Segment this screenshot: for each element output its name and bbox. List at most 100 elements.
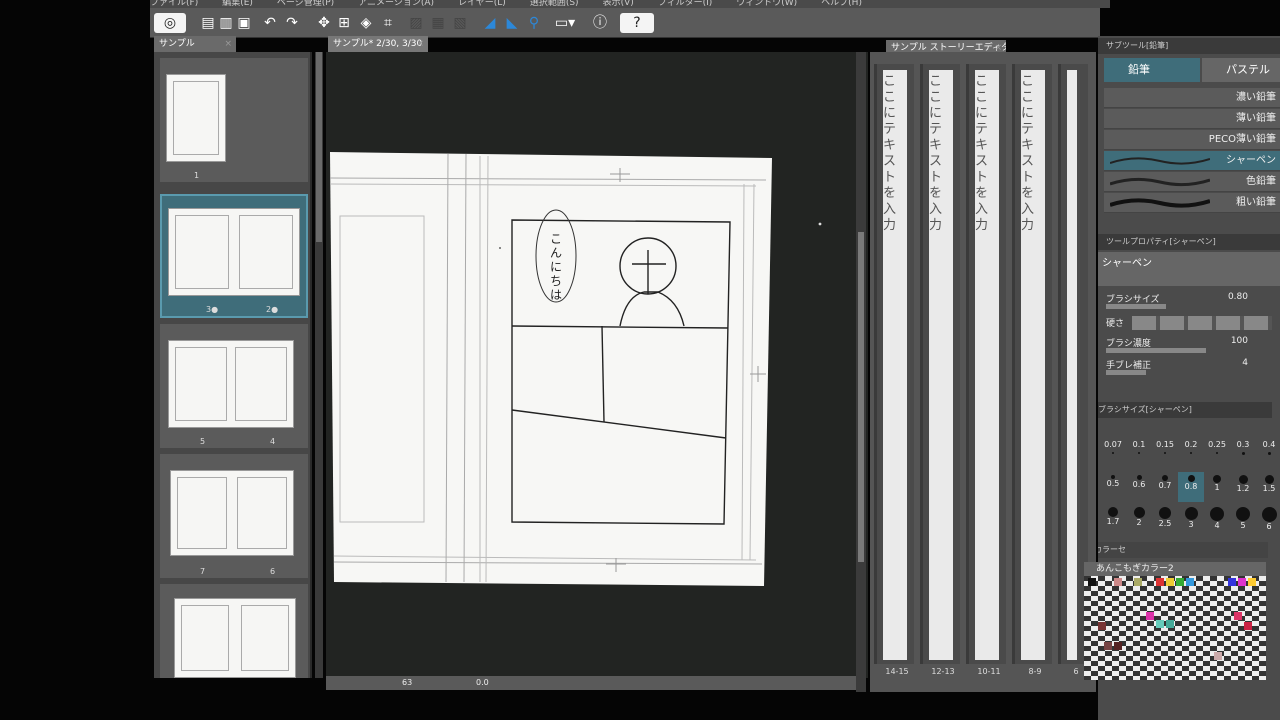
canvas-area[interactable]: こんにちは <box>326 52 868 678</box>
brush-item[interactable]: PECO薄い鉛筆 <box>1104 130 1280 150</box>
screen-mode-icon[interactable]: ▭▾ <box>552 13 578 33</box>
menu-bar: ファイル(F) 編集(E) ページ管理(P) アニメーション(A) レイヤー(L) 選択範… <box>150 0 1110 8</box>
open-file-icon[interactable]: ▥ <box>216 13 236 33</box>
menu-item[interactable]: ページ管理(P) <box>277 0 334 8</box>
story-page-strip[interactable]: ここにテキストを入力 14-15 <box>874 64 914 676</box>
brush-size-dot-icon <box>1264 475 1274 484</box>
menu-item[interactable]: アニメーション(A) <box>358 0 434 8</box>
brush-size-option[interactable]: 0.7 <box>1152 472 1178 502</box>
pen-snap-icon[interactable]: ◢ <box>480 13 500 33</box>
brush-size-option[interactable]: 6 <box>1256 504 1280 534</box>
brush-item-selected[interactable]: シャーペン <box>1104 151 1280 171</box>
brush-item[interactable]: 薄い鉛筆 <box>1104 109 1280 129</box>
story-text-field[interactable]: ここにテキストを入力 <box>975 74 989 234</box>
brush-size-dot-icon <box>1184 507 1198 520</box>
tab-canvas[interactable]: サンプル* 2/30, 3/30 × <box>328 36 428 52</box>
brush-size-option[interactable]: 3 <box>1178 504 1204 534</box>
story-page-strip[interactable]: ここにテキストを入力 12-13 <box>920 64 960 676</box>
brush-size-option[interactable]: 1.2 <box>1230 472 1256 502</box>
transform-icon[interactable]: ⊞ <box>334 13 354 33</box>
ruler-icon[interactable]: ▨ <box>406 13 426 33</box>
brush-size-option[interactable]: 0.8 <box>1178 472 1204 502</box>
rotation-value[interactable]: 0.0 <box>476 676 489 690</box>
brush-size-label: 1.5 <box>1262 484 1276 493</box>
story-page-strip[interactable]: ここにテキストを入力 10-11 <box>966 64 1006 676</box>
tab-brush-size[interactable]: ブラシサイズ[シャーペン] <box>1098 402 1272 418</box>
brush-size-option[interactable]: 2 <box>1126 504 1152 534</box>
frame-icon[interactable]: ▧ <box>450 13 470 33</box>
brush-size-label: 1 <box>1214 483 1220 492</box>
subtool-group-pastel[interactable]: パステル <box>1202 58 1280 82</box>
brush-size-option[interactable]: 0.2 <box>1178 440 1204 470</box>
brush-density-row[interactable]: ブラシ濃度 100 <box>1106 336 1278 354</box>
subtool-group-pencil[interactable]: 鉛筆 <box>1104 58 1200 82</box>
tab-subtool[interactable]: サブツール[鉛筆] <box>1098 38 1280 54</box>
page-thumbnail[interactable]: 1 <box>160 58 308 182</box>
menu-item[interactable]: レイヤー(L) <box>458 0 506 8</box>
grid-icon[interactable]: ▦ <box>428 13 448 33</box>
canvas-scrollbar[interactable] <box>856 52 866 692</box>
page-thumbnail-selected[interactable]: 3● 2● <box>160 194 308 318</box>
fill-icon[interactable]: ◈ <box>356 13 376 33</box>
menu-item[interactable]: ウィンドウ(W) <box>736 0 797 8</box>
brush-size-option[interactable]: 1 <box>1204 472 1230 502</box>
new-file-icon[interactable]: ▤ <box>198 13 218 33</box>
brush-size-row[interactable]: ブラシサイズ 0.80 <box>1106 292 1278 310</box>
brush-item[interactable]: 濃い鉛筆 <box>1104 88 1280 108</box>
story-page-strip[interactable]: ここにテキストを入力 8-9 <box>1012 64 1052 676</box>
help-icon[interactable]: ? <box>620 13 654 33</box>
save-icon[interactable]: ▣ <box>234 13 254 33</box>
pin-icon[interactable]: ⚲ <box>524 13 544 33</box>
menu-item[interactable]: 選択範囲(S) <box>530 0 579 8</box>
brush-size-label: 2 <box>1136 518 1142 527</box>
menu-item[interactable]: 表示(V) <box>603 0 634 8</box>
thumbnail-scrollbar[interactable] <box>315 52 323 678</box>
brush-size-option[interactable]: 0.1 <box>1126 440 1152 470</box>
menu-item[interactable]: 編集(E) <box>222 0 253 8</box>
page-thumbnail[interactable]: 7 6 <box>160 454 308 578</box>
brush-size-option[interactable]: 5 <box>1230 504 1256 534</box>
page-thumbnail[interactable] <box>160 584 308 678</box>
brush-item[interactable]: 粗い鉛筆 <box>1104 193 1280 213</box>
tab-tool-property[interactable]: ツールプロパティ[シャーペン] <box>1098 234 1280 250</box>
tab-color-set[interactable]: カラーセ <box>1098 542 1268 558</box>
brush-size-option[interactable]: 0.6 <box>1126 472 1152 502</box>
page-thumbnail[interactable]: 5 4 <box>160 324 308 448</box>
brush-size-label: 5 <box>1240 521 1246 530</box>
stabilization-row[interactable]: 手ブレ補正 4 <box>1106 358 1278 376</box>
hardness-row[interactable]: 硬さ <box>1106 316 1278 334</box>
color-swatches[interactable] <box>1084 576 1266 680</box>
menu-item[interactable]: ファイル(F) <box>150 0 198 8</box>
tab-page-manager[interactable]: サンプル × <box>154 36 236 52</box>
story-text-field[interactable]: ここにテキストを入力 <box>883 74 897 234</box>
redo-icon[interactable]: ↷ <box>282 13 302 33</box>
app-logo-icon[interactable]: ◎ <box>154 13 186 33</box>
brush-size-option[interactable]: 2.5 <box>1152 504 1178 534</box>
info-icon[interactable]: ⓘ <box>590 13 610 33</box>
brush-size-option[interactable]: 1.7 <box>1100 504 1126 534</box>
color-palette[interactable] <box>1084 576 1266 680</box>
menu-item[interactable]: フィルター(I) <box>658 0 713 8</box>
zoom-value[interactable]: 63 <box>402 676 412 690</box>
brush-size-option[interactable]: 0.07 <box>1100 440 1126 470</box>
manuscript-canvas[interactable] <box>326 52 868 678</box>
speech-bubble-text: こんにちは <box>550 232 563 302</box>
brush-size-option[interactable]: 0.5 <box>1100 472 1126 502</box>
ruler-snap-icon[interactable]: ◣ <box>502 13 522 33</box>
brush-size-option[interactable]: 1.5 <box>1256 472 1280 502</box>
brush-size-option[interactable]: 4 <box>1204 504 1230 534</box>
brush-size-option[interactable]: 0.15 <box>1152 440 1178 470</box>
story-text-field[interactable]: ここにテキストを入力 <box>929 74 943 234</box>
brush-size-label: 0.2 <box>1184 440 1198 449</box>
crop-icon[interactable]: ⌗ <box>378 13 398 33</box>
brush-size-option[interactable]: 0.4 <box>1256 440 1280 470</box>
select-icon[interactable]: ✥ <box>314 13 334 33</box>
palette-name[interactable]: あんこもぎカラー2 <box>1084 562 1266 576</box>
undo-icon[interactable]: ↶ <box>260 13 280 33</box>
brush-item[interactable]: 色鉛筆 <box>1104 172 1280 192</box>
story-text-field[interactable]: ここにテキストを入力 <box>1021 74 1035 234</box>
brush-size-label: 0.8 <box>1184 482 1198 491</box>
menu-item[interactable]: ヘルプ(H) <box>821 0 862 8</box>
brush-size-option[interactable]: 0.3 <box>1230 440 1256 470</box>
brush-size-option[interactable]: 0.25 <box>1204 440 1230 470</box>
